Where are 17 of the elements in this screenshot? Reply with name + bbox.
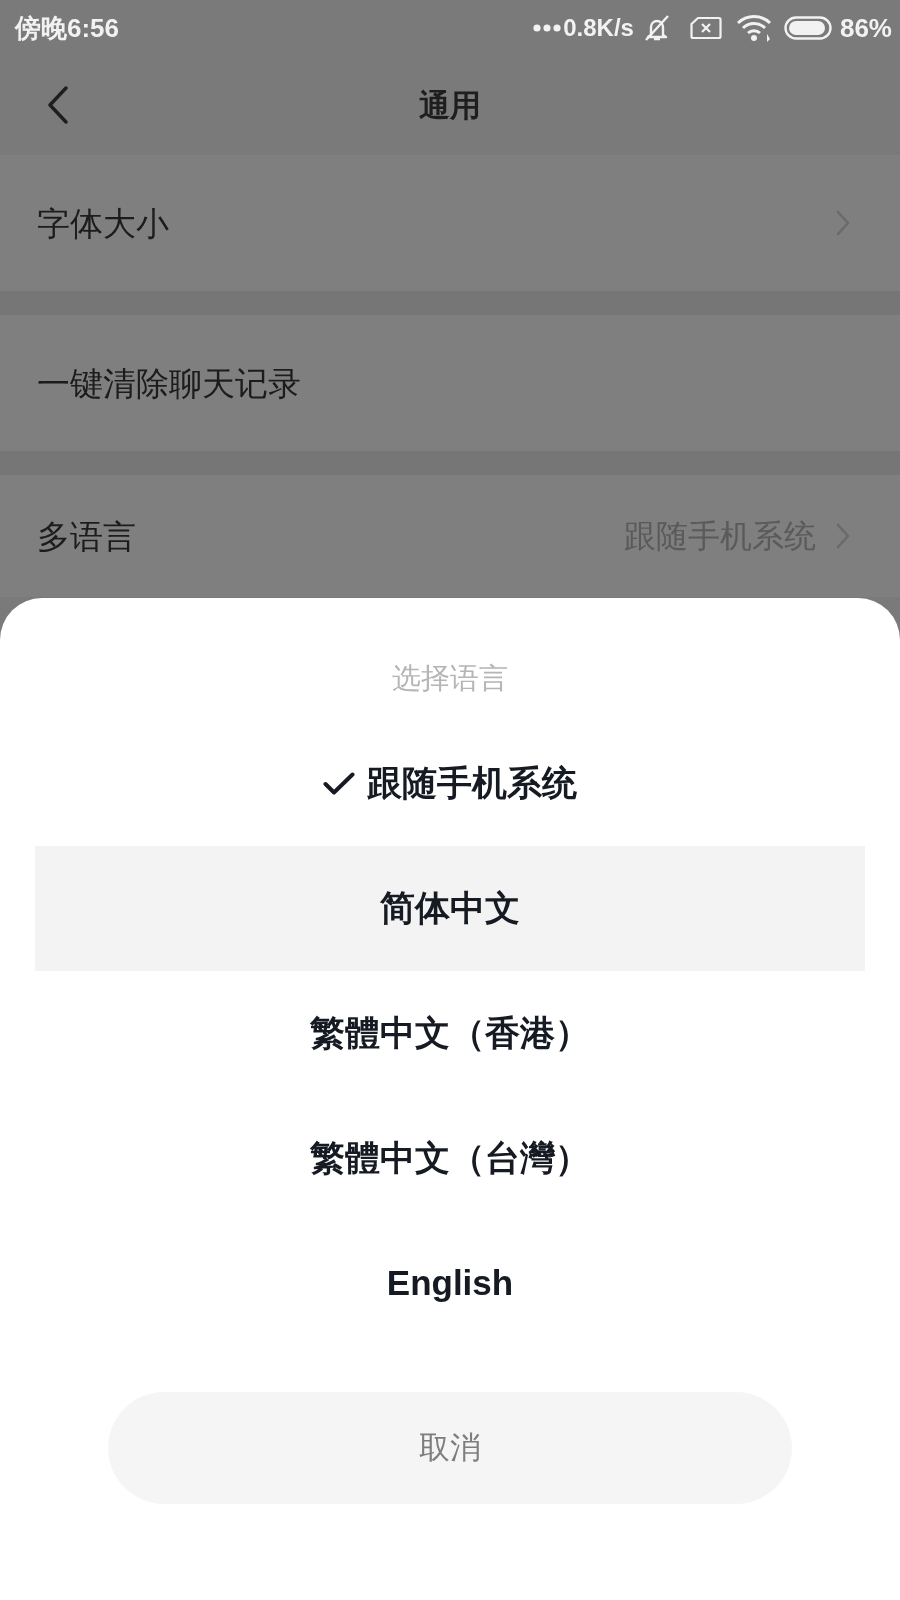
status-time: 傍晚6:56 [15,14,120,41]
wifi-icon [735,13,772,42]
page-title: 通用 [419,89,481,121]
language-option[interactable]: 简体中文 [35,846,865,971]
setting-label: 一键清除聊天记录 [37,366,301,400]
network-speed: 0.8K/s [563,15,634,40]
card-x-icon [689,15,722,40]
settings-row[interactable]: 字体大小 [0,155,900,291]
sheet-title: 选择语言 [392,661,508,696]
settings-row[interactable]: 一键清除聊天记录 [0,315,900,451]
battery-icon [783,15,832,40]
cancel-button[interactable]: 取消 [108,1392,792,1504]
setting-label: 字体大小 [37,206,169,240]
back-chevron-icon [47,86,69,124]
battery-percent: 86% [839,14,892,41]
dots-icon [533,23,562,32]
setting-label: 多语言 [37,519,136,553]
